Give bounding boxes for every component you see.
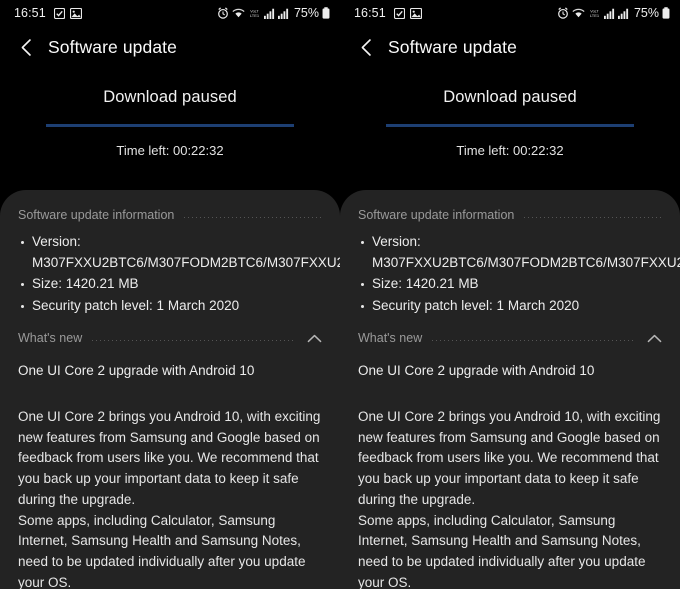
phone-screen-right: 16:51 VoLT LTE1 75% Software update Down… (340, 0, 680, 589)
whats-new-body: One UI Core 2 brings you Android 10, wit… (358, 409, 661, 589)
back-button[interactable] (13, 34, 39, 60)
software-update-info-card: Software update information Version: M30… (0, 190, 340, 589)
chevron-left-icon (361, 38, 371, 56)
time-left-label: Time left: 00:22:32 (456, 143, 564, 158)
phone-screen-left: 16:51 VoLT LTE1 75% Software update Down… (0, 0, 340, 589)
dotted-divider (184, 216, 322, 218)
update-info-list: Version: M307FXXU2BTC6/M307FODM2BTC6/M30… (358, 232, 680, 317)
whats-new-header-row[interactable]: What's new (358, 329, 662, 347)
chevron-left-icon (21, 38, 31, 56)
list-item: Security patch level: 1 March 2020 (358, 296, 662, 317)
status-bar-notification-icons (393, 7, 422, 19)
download-progress-bar (46, 124, 294, 127)
status-bar-system-icons: VoLT LTE1 75% (557, 6, 670, 20)
battery-icon (662, 7, 670, 19)
info-section-label: Software update information (18, 208, 175, 222)
wifi-icon (232, 8, 245, 17)
software-update-info-card: Software update information Version: M30… (340, 190, 680, 589)
download-progress-fill (46, 124, 294, 127)
whats-new-label: What's new (358, 331, 423, 345)
list-item: Size: 1420.21 MB (18, 274, 322, 295)
battery-icon (322, 7, 330, 19)
collapse-button[interactable] (644, 334, 662, 343)
download-progress-section: Download paused Time left: 00:22:32 (340, 68, 680, 158)
whats-new-title: One UI Core 2 upgrade with Android 10 (18, 363, 255, 378)
battery-percent-label: 75% (293, 6, 319, 20)
gallery-icon (409, 7, 422, 19)
signal-bars-icon (617, 8, 629, 19)
download-progress-section: Download paused Time left: 00:22:32 (0, 68, 340, 158)
app-bar: Software update (0, 26, 340, 68)
app-bar: Software update (340, 26, 680, 68)
chevron-up-icon (307, 334, 322, 342)
volte-icon: VoLT LTE1 (590, 9, 600, 18)
status-bar-clock: 16:51 (354, 6, 386, 20)
info-section-label: Software update information (358, 208, 515, 222)
whats-new-label: What's new (18, 331, 83, 345)
page-title: Software update (48, 36, 177, 57)
info-section-header: Software update information (358, 206, 662, 224)
download-status-label: Download paused (443, 88, 577, 106)
volte-icon: VoLT LTE1 (250, 9, 260, 18)
info-section-header: Software update information (18, 206, 322, 224)
status-bar: 16:51 VoLT LTE1 75% (340, 0, 680, 26)
svg-text:LTE1: LTE1 (590, 13, 600, 18)
battery-percent-label: 75% (633, 6, 659, 20)
gallery-icon (69, 7, 82, 19)
dotted-divider (92, 339, 294, 341)
alarm-icon (218, 7, 228, 19)
list-item: Version: M307FXXU2BTC6/M307FODM2BTC6/M30… (18, 232, 340, 273)
signal-bars-icon (263, 8, 275, 19)
time-left-label: Time left: 00:22:32 (116, 143, 224, 158)
whats-new-body: One UI Core 2 brings you Android 10, wit… (18, 409, 321, 589)
status-bar-notification-icons (53, 7, 82, 19)
collapse-button[interactable] (304, 334, 322, 343)
page-title: Software update (388, 36, 517, 57)
signal-bars-icon (603, 8, 615, 19)
download-progress-bar (386, 124, 634, 127)
list-item: Size: 1420.21 MB (358, 274, 662, 295)
status-bar-clock: 16:51 (14, 6, 46, 20)
checkbox-icon (393, 7, 405, 19)
whats-new-title: One UI Core 2 upgrade with Android 10 (358, 363, 595, 378)
dotted-divider (524, 216, 662, 218)
whats-new-header-row[interactable]: What's new (18, 329, 322, 347)
wifi-icon (572, 8, 585, 17)
alarm-icon (558, 7, 568, 19)
download-progress-fill (386, 124, 634, 127)
svg-text:LTE1: LTE1 (250, 13, 260, 18)
status-bar: 16:51 VoLT LTE1 75% (0, 0, 340, 26)
list-item: Version: M307FXXU2BTC6/M307FODM2BTC6/M30… (358, 232, 680, 273)
dotted-divider (432, 339, 634, 341)
list-item: Security patch level: 1 March 2020 (18, 296, 322, 317)
signal-bars-icon (277, 8, 289, 19)
update-info-list: Version: M307FXXU2BTC6/M307FODM2BTC6/M30… (18, 232, 340, 317)
download-status-label: Download paused (103, 88, 237, 106)
dual-screenshot-container: 16:51 VoLT LTE1 75% Software update Down… (0, 0, 680, 589)
status-bar-system-icons: VoLT LTE1 75% (217, 6, 330, 20)
back-button[interactable] (353, 34, 379, 60)
chevron-up-icon (647, 334, 662, 342)
checkbox-icon (53, 7, 65, 19)
